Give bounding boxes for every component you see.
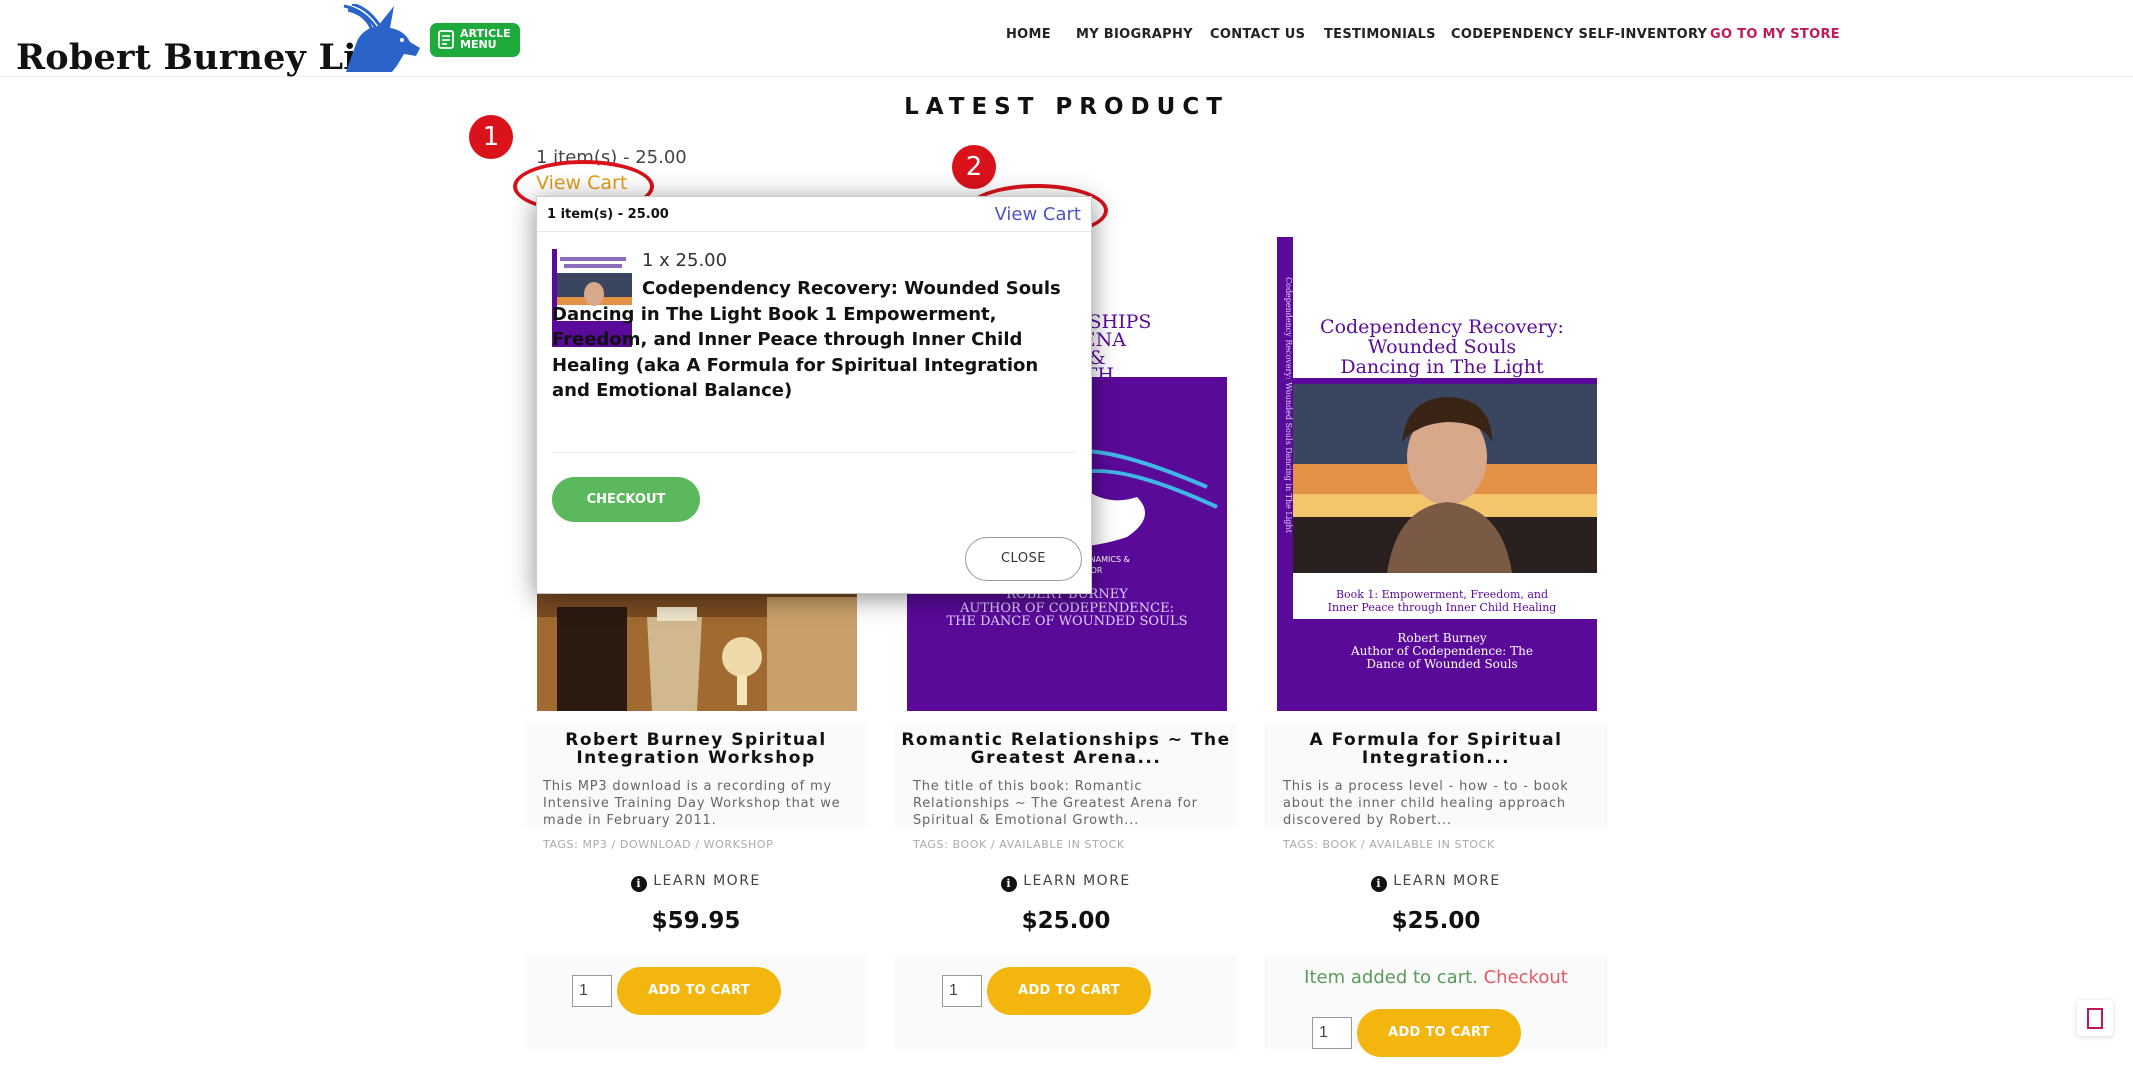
product-description: This is a process level - how - to - boo… (1283, 779, 1569, 828)
learn-more-link[interactable]: i LEARN MORE (525, 873, 867, 892)
cover-author-line: Author of Codependence: The (1350, 644, 1533, 658)
cart-item-quantity-price: 1 x 25.00 (642, 250, 728, 271)
cover-title-line: Dancing in The Light (1340, 356, 1544, 378)
item-added-text: Item added to cart. (1304, 967, 1478, 988)
nav-go-to-my-store[interactable]: GO TO MY STORE (1710, 27, 1840, 42)
cart-popup-count: 1 item(s) - 25.00 (547, 207, 669, 222)
product-title[interactable]: Romantic Relationships ~ The Greatest Ar… (895, 731, 1237, 767)
cover-title-line: Wounded Souls (1368, 336, 1516, 358)
add-to-cart-form: ADD TO CART (895, 955, 1237, 1049)
cart-item-title: Codependency Recovery: Wounded Souls Dan… (552, 278, 1061, 401)
info-icon: i (631, 876, 648, 892)
section-title: LATEST PRODUCT (904, 94, 1229, 120)
nav-contact-us[interactable]: CONTACT US (1210, 27, 1305, 42)
product-card-body: A Formula for Spiritual Integration... T… (1265, 723, 1607, 1067)
product-price: $25.00 (1391, 908, 1481, 934)
annotation-marker-2: 2 (952, 145, 996, 189)
product-price: $25.00 (1021, 908, 1111, 934)
nav-my-biography[interactable]: MY BIOGRAPHY (1076, 27, 1193, 42)
cover-book-line: Book 1: Empowerment, Freedom, and (1336, 588, 1548, 601)
product-info-panel: A Formula for Spiritual Integration... T… (1265, 723, 1607, 828)
checkout-button[interactable]: CHECKOUT (552, 477, 700, 522)
product-title[interactable]: A Formula for Spiritual Integration... (1265, 731, 1607, 767)
item-added-checkout-link[interactable]: Checkout (1484, 967, 1568, 988)
unicorn-logo-icon (343, 4, 420, 72)
product-tags: TAGS: BOOK / AVAILABLE IN STOCK (913, 838, 1125, 851)
article-menu-button[interactable]: ARTICLE MENU (430, 23, 520, 57)
cover-title-line: Codependency Recovery: (1320, 316, 1564, 338)
cover-author-line: THE DANCE OF WOUNDED SOULS (946, 614, 1187, 629)
quantity-input[interactable] (1312, 1017, 1352, 1049)
product-info-panel: Romantic Relationships ~ The Greatest Ar… (895, 723, 1237, 828)
site-logo[interactable]: Robert Burney Live (16, 4, 421, 78)
learn-more-label: LEARN MORE (1393, 873, 1501, 889)
nav-home[interactable]: HOME (1006, 27, 1051, 42)
info-icon: i (1001, 876, 1018, 892)
cart-popup-header: 1 item(s) - 25.00 View Cart (537, 197, 1091, 232)
add-to-cart-button[interactable]: ADD TO CART (617, 967, 781, 1015)
product-price: $59.95 (651, 908, 741, 934)
quantity-input[interactable] (572, 975, 612, 1007)
cart-popup: 1 item(s) - 25.00 View Cart 1 x 25.00 Co… (536, 196, 1092, 594)
nav-testimonials[interactable]: TESTIMONIALS (1324, 27, 1436, 42)
cover-spine-text: Codependency Recovery: Wounded Souls Dan… (1284, 277, 1293, 534)
product-card-body: Robert Burney Spiritual Integration Work… (525, 723, 867, 1067)
item-added-message: Item added to cart. Checkout (1265, 967, 1607, 988)
product-card-body: Romantic Relationships ~ The Greatest Ar… (895, 723, 1237, 1067)
divider (552, 452, 1074, 453)
product-description: This MP3 download is a recording of my I… (543, 779, 841, 828)
cover-author-line: Robert Burney (1397, 631, 1487, 645)
info-icon: i (1371, 876, 1388, 892)
product-image-formula-spiritual-integration[interactable]: Codependency Recovery: Wounded Souls Dan… (1277, 237, 1597, 711)
nav-codependency-self-inventory[interactable]: CODEPENDENCY SELF-INVENTORY (1451, 27, 1707, 42)
learn-more-label: LEARN MORE (653, 873, 761, 889)
add-to-cart-form: Item added to cart. Checkout ADD TO CART (1265, 955, 1607, 1057)
cart-popup-view-cart-link[interactable]: View Cart (995, 204, 1082, 225)
add-to-cart-form: ADD TO CART (525, 955, 867, 1049)
site-header: Robert Burney Live ARTICLE MENU HOME MY … (0, 0, 2133, 78)
learn-more-link[interactable]: i LEARN MORE (1265, 873, 1607, 892)
product-tags: TAGS: BOOK / AVAILABLE IN STOCK (1283, 838, 1495, 851)
product-title[interactable]: Robert Burney Spiritual Integration Work… (525, 731, 867, 767)
product-info-panel: Robert Burney Spiritual Integration Work… (525, 723, 867, 828)
close-button[interactable]: CLOSE (965, 537, 1082, 581)
add-to-cart-button[interactable]: ADD TO CART (987, 967, 1151, 1015)
learn-more-label: LEARN MORE (1023, 873, 1131, 889)
floating-widget-icon[interactable] (2077, 1000, 2113, 1036)
quantity-input[interactable] (942, 975, 982, 1007)
cover-book-line: Inner Peace through Inner Child Healing (1328, 601, 1557, 614)
article-menu-label-2: MENU (460, 38, 497, 51)
document-icon (438, 30, 454, 49)
book-cover-codependency-recovery: Codependency Recovery: Wounded Souls Dan… (1277, 237, 1597, 711)
cover-author-line: Dance of Wounded Souls (1366, 657, 1517, 671)
product-description: The title of this book: Romantic Relatio… (913, 779, 1198, 828)
product-tags: TAGS: MP3 / DOWNLOAD / WORKSHOP (543, 838, 774, 851)
annotation-marker-1: 1 (469, 115, 513, 159)
add-to-cart-button[interactable]: ADD TO CART (1357, 1009, 1521, 1057)
learn-more-link[interactable]: i LEARN MORE (895, 873, 1237, 892)
